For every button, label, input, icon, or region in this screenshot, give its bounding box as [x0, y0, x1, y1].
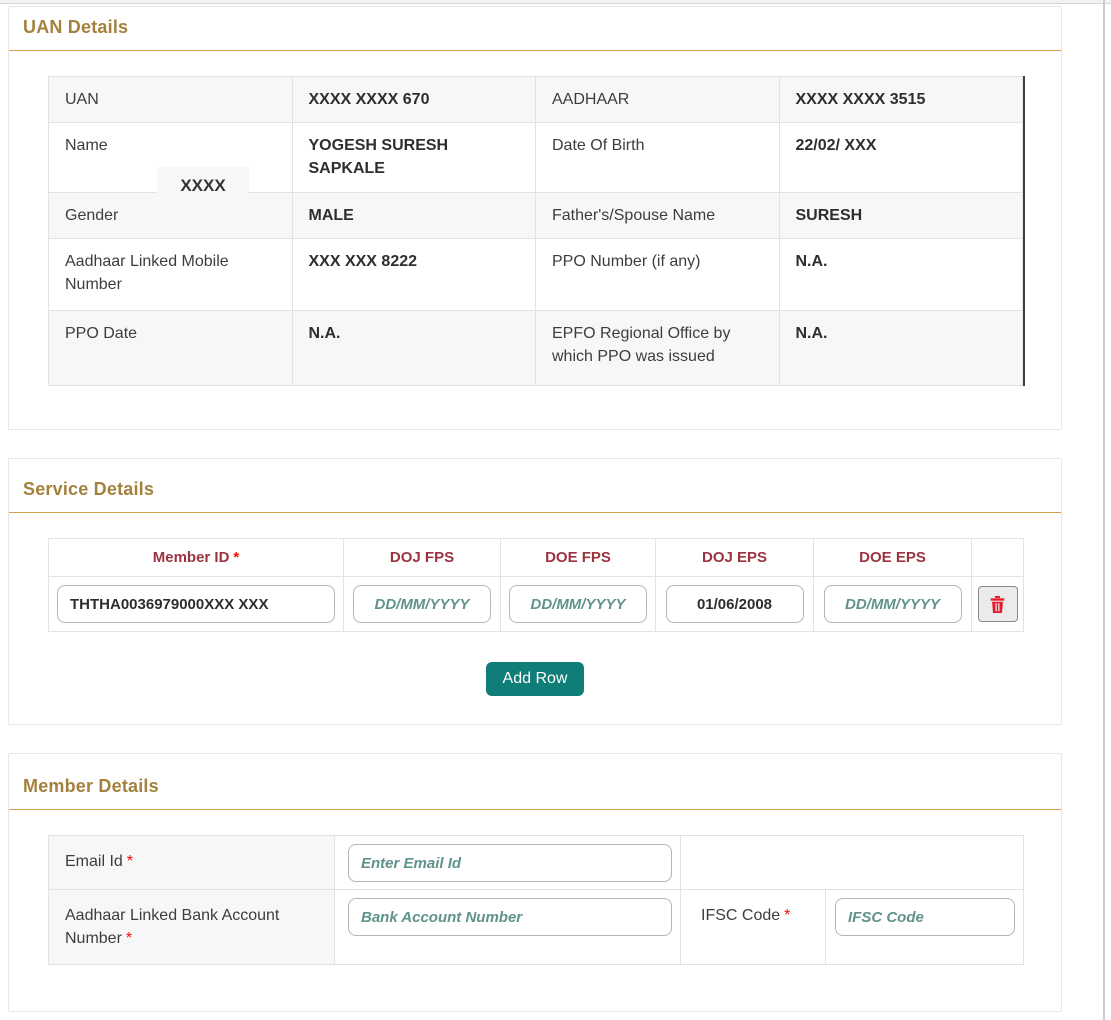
- ppo-number-label: PPO Number (if any): [535, 237, 780, 311]
- table-row: Aadhaar Linked Mobile Number XXX XXX 822…: [48, 237, 1023, 311]
- masked-name-overlay: XXXX: [157, 167, 249, 205]
- father-spouse-value: SURESH: [778, 191, 1023, 239]
- uan-details-section: UAN Details UAN XXXX XXXX 670 AADHAAR XX…: [8, 6, 1062, 430]
- email-row: Email Id *: [48, 835, 1024, 890]
- uan-details-table-wrap: UAN XXXX XXXX 670 AADHAAR XXXX XXXX 3515…: [48, 75, 1025, 386]
- ifsc-input-cell: [825, 888, 1024, 966]
- ifsc-label: IFSC Code: [701, 907, 781, 924]
- member-details-title: Member Details: [23, 776, 159, 796]
- epfo-office-value: N.A.: [778, 309, 1023, 386]
- page-top-divider: [0, 0, 1111, 4]
- uan-value: XXXX XXXX 670: [291, 75, 536, 124]
- bank-account-label-cell: Aadhaar Linked Bank Account Number *: [48, 888, 335, 966]
- gender-value: MALE: [291, 191, 536, 239]
- ifsc-code-input[interactable]: [835, 898, 1015, 936]
- section-divider: [9, 809, 1061, 810]
- uan-label: UAN: [48, 75, 293, 124]
- email-input-cell: [334, 835, 681, 890]
- service-row: [48, 576, 1024, 632]
- aadhaar-value: XXXX XXXX 3515: [778, 75, 1023, 124]
- required-asterisk: *: [233, 549, 240, 566]
- uan-details-title: UAN Details: [23, 17, 129, 37]
- member-details-table-wrap: Email Id* Aadhaar Linked Bank Account Nu…: [48, 835, 1024, 966]
- mobile-label: Aadhaar Linked Mobile Number: [48, 237, 293, 311]
- doe-eps-input[interactable]: [823, 585, 962, 623]
- service-details-title: Service Details: [23, 479, 155, 499]
- empty-cell: [680, 835, 1024, 890]
- father-spouse-label: Father's/Spouse Name: [535, 191, 780, 239]
- member-details-table: Email Id* Aadhaar Linked Bank Account Nu…: [48, 835, 1024, 966]
- doe-eps-header: DOE EPS: [813, 538, 972, 577]
- aadhaar-label: AADHAAR: [535, 75, 780, 124]
- table-header-row: Member ID * DOJ FPS DOE FPS DOJ EPS DOE E…: [48, 538, 1024, 577]
- section-divider: [9, 512, 1061, 513]
- dob-value: 22/02/ XXX: [778, 122, 1023, 193]
- doe-fps-input[interactable]: [509, 585, 647, 623]
- actions-header: [971, 538, 1024, 577]
- bank-account-label: Aadhaar Linked Bank Account Number: [65, 907, 280, 948]
- service-details-table: Member ID * DOJ FPS DOE FPS DOJ EPS DOE E…: [48, 538, 1024, 632]
- table-row: PPO Date N.A. EPFO Regional Office by wh…: [48, 309, 1023, 386]
- bank-account-input-cell: [334, 888, 681, 966]
- email-label-cell: Email Id *: [48, 835, 335, 890]
- member-id-input[interactable]: [57, 585, 335, 623]
- ppo-date-label: PPO Date: [48, 309, 293, 386]
- required-asterisk: *: [125, 930, 133, 948]
- email-label: Email Id: [65, 853, 123, 870]
- ifsc-label-cell: IFSC Code *: [680, 888, 826, 966]
- mobile-value: XXX XXX 8222: [291, 237, 536, 311]
- doj-fps-input[interactable]: [353, 585, 491, 623]
- delete-row-button[interactable]: [977, 586, 1018, 622]
- member-id-header: Member ID *: [48, 538, 344, 577]
- doj-eps-header: DOJ EPS: [655, 538, 814, 577]
- doj-eps-input[interactable]: [665, 585, 804, 623]
- doj-fps-header: DOJ FPS: [343, 538, 501, 577]
- trash-icon: [990, 595, 1005, 613]
- required-asterisk: *: [126, 853, 134, 870]
- doe-fps-header: DOE FPS: [500, 538, 656, 577]
- service-details-section: Service Details Member ID * DOJ FPS DOE F…: [8, 458, 1062, 725]
- name-value: YOGESH SURESH SAPKALE: [291, 122, 536, 193]
- ppo-number-value: N.A.: [778, 237, 1023, 311]
- epfo-office-label: EPFO Regional Office by which PPO was is…: [535, 309, 780, 386]
- scrollbar[interactable]: [1103, 0, 1105, 1020]
- dob-label: Date Of Birth: [535, 122, 780, 193]
- bank-account-input[interactable]: [348, 898, 672, 936]
- add-row-button[interactable]: Add Row: [485, 662, 585, 696]
- service-details-table-wrap: Member ID * DOJ FPS DOE FPS DOJ EPS DOE E…: [48, 538, 1024, 632]
- section-divider: [9, 50, 1061, 51]
- ppo-date-value: N.A.: [291, 309, 536, 386]
- bank-row: Aadhaar Linked Bank Account Number* IFSC…: [48, 888, 1024, 966]
- email-input[interactable]: [348, 844, 672, 882]
- member-id-header-label: Member ID: [152, 549, 230, 566]
- uan-details-table: UAN XXXX XXXX 670 AADHAAR XXXX XXXX 3515…: [48, 75, 1023, 386]
- table-row: UAN XXXX XXXX 670 AADHAAR XXXX XXXX 3515: [48, 75, 1023, 124]
- add-row-container: Add Row: [9, 662, 1061, 696]
- member-details-section: Member Details Email Id* Aad: [8, 753, 1062, 1012]
- required-asterisk: *: [784, 907, 791, 924]
